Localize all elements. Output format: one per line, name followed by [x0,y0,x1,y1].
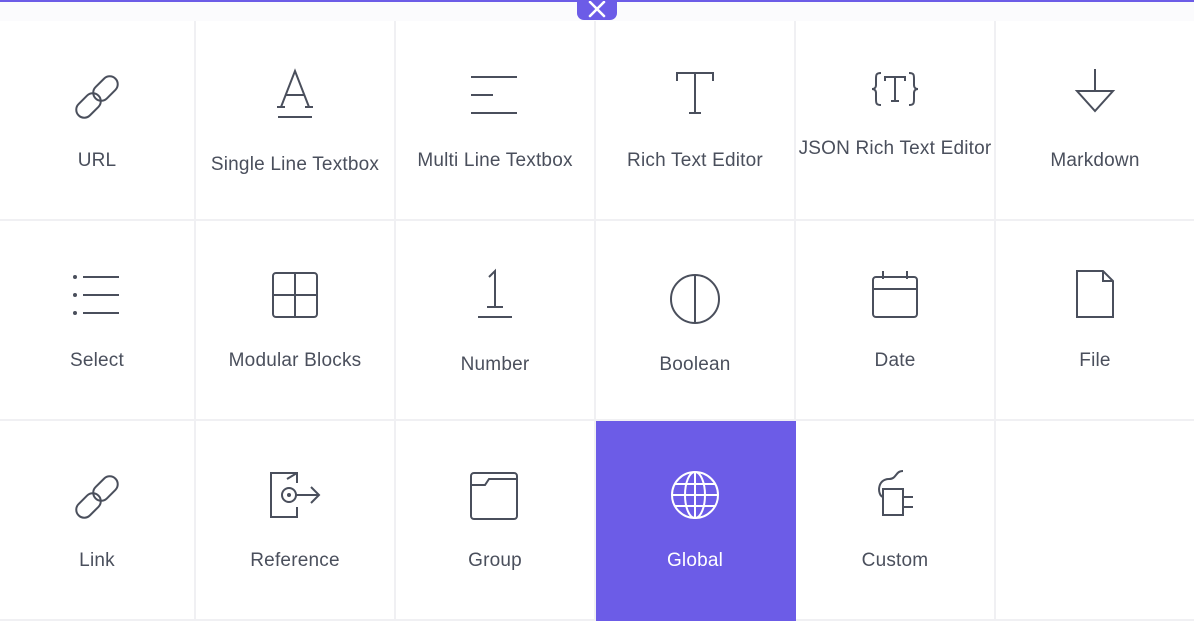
close-button[interactable] [577,0,617,20]
field-type-label: File [1079,350,1111,371]
field-type-grid: URL Single Line Textbox Multi Line Textb… [0,21,1194,621]
field-type-label: Link [79,550,115,571]
field-type-label: JSON Rich Text Editor [798,138,992,159]
link-icon [67,467,127,527]
close-icon [588,1,606,18]
field-type-boolean[interactable]: Boolean [596,221,796,421]
link-icon [67,67,127,127]
reference-icon [265,467,325,527]
field-type-label: Rich Text Editor [627,150,763,171]
field-type-global[interactable]: Global [596,421,796,621]
field-type-date[interactable]: Date [796,221,996,421]
field-type-file[interactable]: File [996,221,1194,421]
field-type-json-rich-text-editor[interactable]: JSON Rich Text Editor [796,21,996,221]
file-icon [1065,267,1125,327]
letter-t-icon [665,67,725,127]
field-type-modular-blocks[interactable]: Modular Blocks [196,221,396,421]
braces-t-icon [865,61,925,121]
field-type-label: Boolean [659,354,731,375]
field-type-label: Select [69,350,124,371]
field-type-rich-text-editor[interactable]: Rich Text Editor [596,21,796,221]
number-one-icon [465,267,525,327]
folder-icon [465,467,525,527]
multi-line-icon [465,67,525,127]
field-type-select[interactable]: Select [0,221,196,421]
field-type-label: Group [468,550,522,571]
field-type-single-line-textbox[interactable]: Single Line Textbox [196,21,396,221]
letter-a-underline-icon [265,67,325,127]
field-type-label: Single Line Textbox [210,154,380,175]
field-type-label: Modular Blocks [228,350,362,371]
field-type-picker: URL Single Line Textbox Multi Line Textb… [0,0,1194,624]
grid-blocks-icon [265,267,325,327]
plug-icon [865,467,925,527]
field-type-label: Custom [861,550,929,571]
field-type-label: Date [874,350,916,371]
field-type-label: Number [460,354,530,375]
half-circle-icon [665,269,725,329]
field-type-label: Reference [250,550,340,571]
arrow-down-icon [1065,67,1125,127]
field-type-group[interactable]: Group [396,421,596,621]
field-type-link[interactable]: Link [0,421,196,621]
field-type-label: URL [77,150,117,171]
empty-cell [996,421,1194,621]
field-type-label: Global [666,550,724,571]
field-type-reference[interactable]: Reference [196,421,396,621]
field-type-label: Multi Line Textbox [417,150,573,171]
field-type-label: Markdown [1050,150,1140,171]
field-type-multi-line-textbox[interactable]: Multi Line Textbox [396,21,596,221]
list-icon [67,267,127,327]
calendar-icon [865,267,925,327]
field-type-markdown[interactable]: Markdown [996,21,1194,221]
field-type-number[interactable]: Number [396,221,596,421]
globe-icon [665,467,725,527]
field-type-url[interactable]: URL [0,21,196,221]
field-type-custom[interactable]: Custom [796,421,996,621]
